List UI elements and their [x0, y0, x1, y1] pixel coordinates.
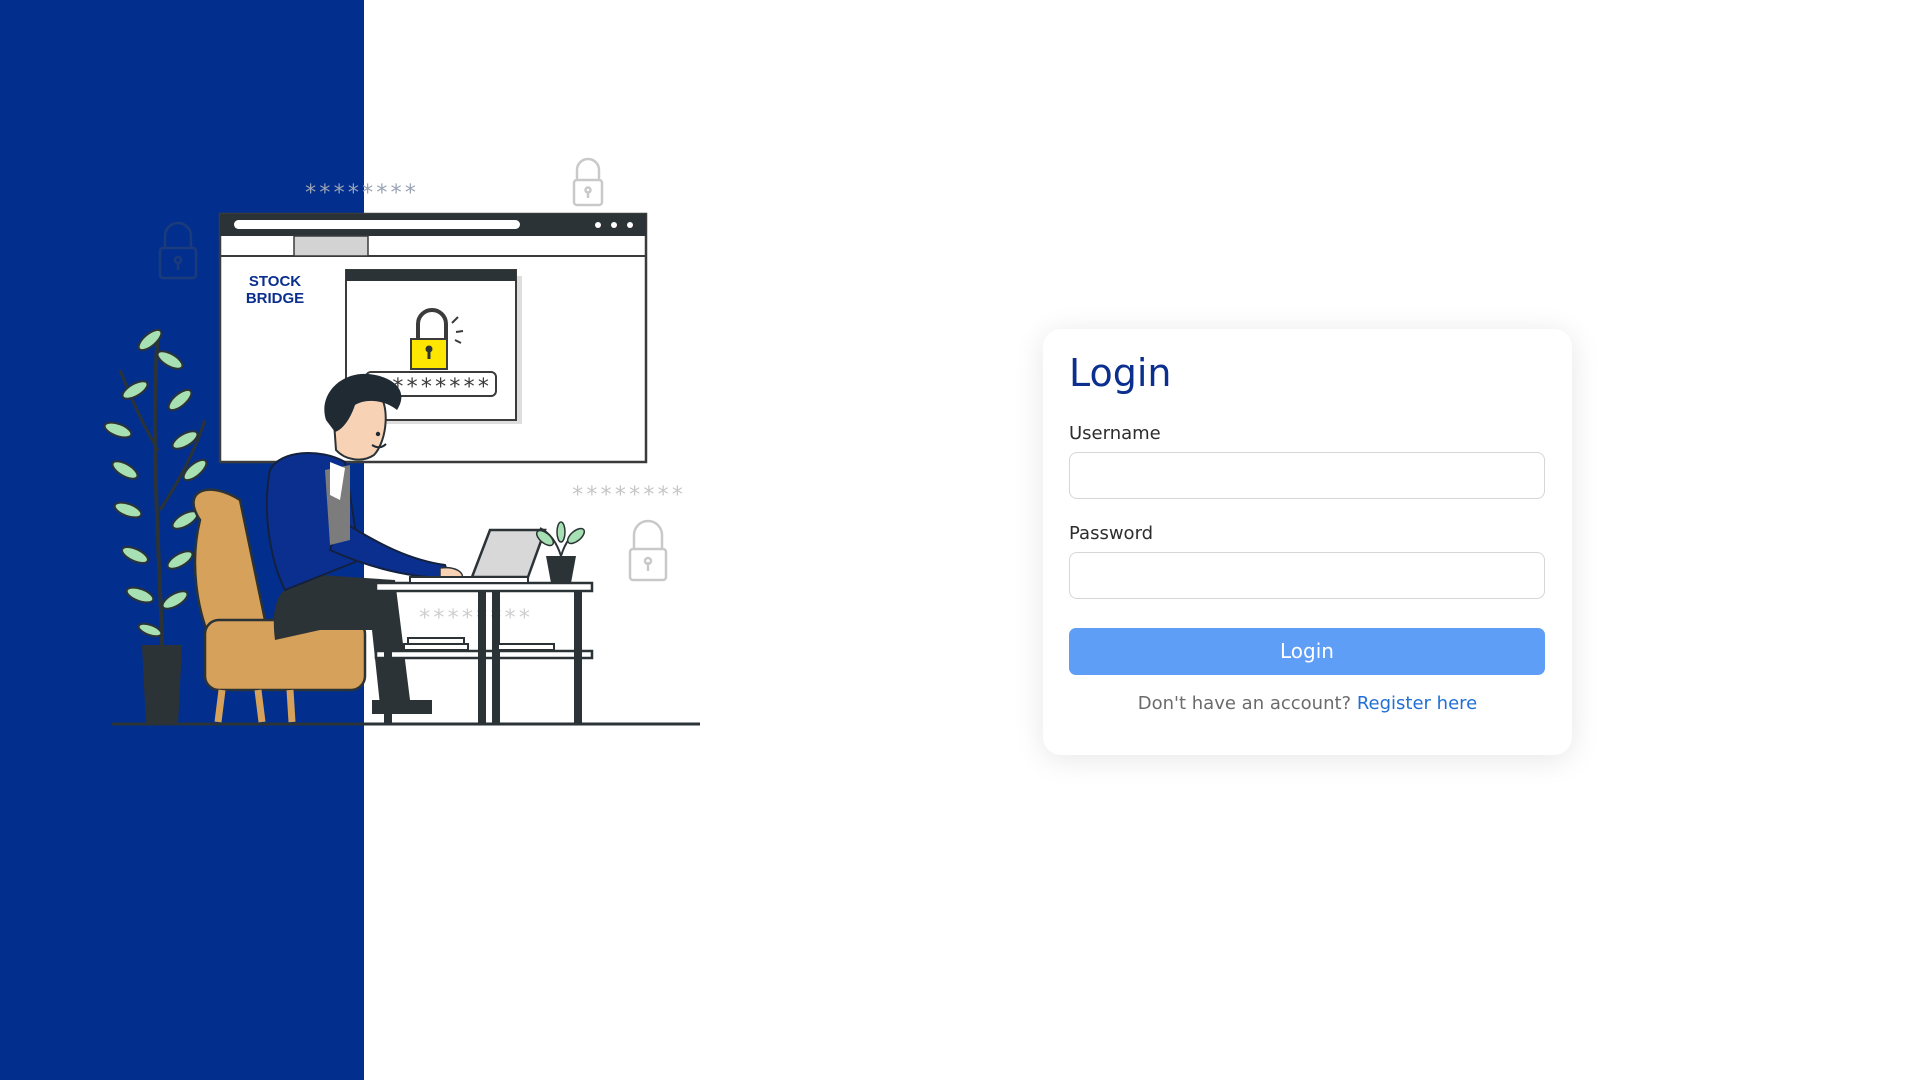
password-label: Password	[1069, 522, 1154, 544]
login-page: ******** ******** ******** STOCK BRIDGE	[0, 0, 1920, 1080]
username-input[interactable]	[1069, 451, 1545, 499]
potted-plant	[103, 328, 208, 725]
register-prompt-text: Don't have an account?	[1137, 692, 1352, 714]
padlock-icon	[158, 221, 198, 280]
register-prompt: Don't have an account? Register here	[1069, 693, 1546, 714]
login-card: Login Username Password Login Don't have…	[1043, 329, 1572, 755]
password-mask-text: ********	[418, 606, 532, 631]
security-illustration: ******** ******** ******** STOCK BRIDGE	[0, 0, 720, 760]
padlock-icon	[628, 519, 668, 582]
password-input[interactable]	[1069, 551, 1545, 599]
login-button[interactable]: Login	[1069, 627, 1545, 675]
password-mask-text: ********	[571, 483, 685, 508]
brand-name-line2: BRIDGE	[246, 290, 304, 307]
brand-name-line1: STOCK	[249, 273, 301, 290]
password-mask-text: ********	[304, 181, 418, 206]
padlock-icon	[572, 157, 604, 207]
desk-plant	[535, 521, 586, 583]
username-label: Username	[1069, 422, 1161, 444]
login-title: Login	[1069, 351, 1172, 395]
register-link[interactable]: Register here	[1357, 693, 1477, 714]
